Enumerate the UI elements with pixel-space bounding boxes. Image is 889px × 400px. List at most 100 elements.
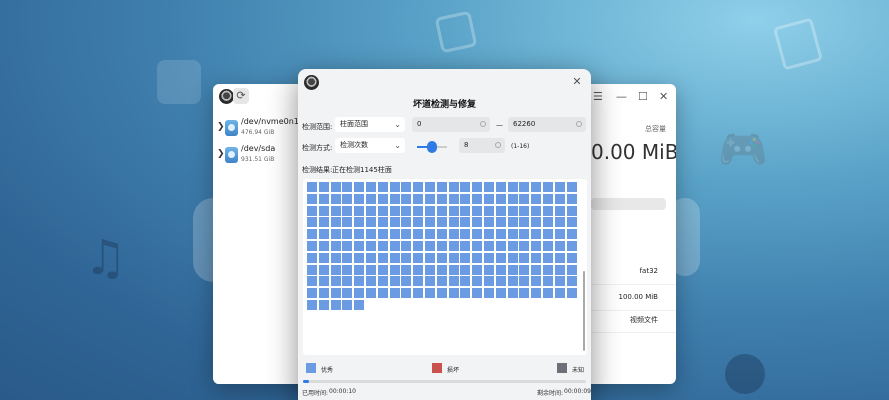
disk-icon (225, 147, 238, 163)
cylinder-cell (507, 264, 518, 275)
clear-icon[interactable] (576, 121, 582, 127)
cylinder-cell (342, 276, 353, 287)
cylinder-cell (424, 276, 435, 287)
cylinder-cell (424, 217, 435, 228)
minimize-button[interactable]: — (616, 90, 627, 103)
check-range-label: 检测范围: (302, 123, 333, 131)
cylinder-cell (377, 252, 388, 263)
wallpaper-music-icon: ♫ (84, 230, 128, 286)
cylinder-cell (436, 240, 447, 251)
cylinder-cell (342, 217, 353, 228)
cylinder-cell (566, 264, 577, 275)
chevron-right-icon[interactable]: ❯ (217, 149, 225, 159)
menu-button[interactable]: ☰ (593, 90, 603, 103)
legend-damaged-label: 损坏 (447, 367, 460, 374)
chevron-down-icon: ⌄ (394, 120, 401, 129)
cylinder-cell (448, 193, 459, 204)
cylinder-cell (554, 252, 565, 263)
slider-handle[interactable] (427, 141, 437, 153)
cylinder-cell (413, 182, 424, 192)
map-scrollbar[interactable] (583, 271, 585, 351)
cylinder-cell (542, 205, 553, 216)
cylinder-cell (330, 264, 341, 275)
chevron-right-icon[interactable]: ❯ (217, 122, 225, 132)
cylinder-cell (330, 252, 341, 263)
check-times-input[interactable]: 8 (459, 138, 505, 153)
cylinder-cell (554, 276, 565, 287)
dialog-close-button[interactable]: ✕ (570, 75, 584, 89)
cylinder-cell (519, 288, 530, 299)
cylinder-cell (318, 229, 329, 240)
cylinder-cell (436, 193, 447, 204)
range-end-input[interactable]: 62260 (508, 117, 586, 132)
cylinder-cell (483, 229, 494, 240)
cylinder-cell (507, 288, 518, 299)
cylinder-cell (483, 264, 494, 275)
cylinder-cell (354, 299, 365, 310)
cylinder-cell (342, 240, 353, 251)
cylinder-cell (389, 276, 400, 287)
cylinder-cell (354, 240, 365, 251)
cylinder-cell (413, 288, 424, 299)
range-start-input[interactable]: 0 (412, 117, 490, 132)
cylinder-cell (342, 299, 353, 310)
cylinder-cell (342, 193, 353, 204)
cylinder-cell (365, 252, 376, 263)
cylinder-cell (519, 252, 530, 263)
cylinder-cell (365, 288, 376, 299)
cylinder-cell (460, 240, 471, 251)
label-row: 视频文件 (591, 310, 676, 333)
bad-sector-dialog: ✕ 坏道检测与修复 检测范围: 柱面范围 ⌄ 0 — 62260 检测方式: 检… (298, 69, 591, 400)
app-logo-icon (219, 89, 234, 104)
cylinder-cell (448, 182, 459, 192)
cylinder-cell (460, 205, 471, 216)
legend-swatch-unknown (557, 363, 567, 373)
cylinder-cell (448, 205, 459, 216)
maximize-button[interactable]: ☐ (638, 90, 648, 103)
close-window-button[interactable]: ✕ (659, 90, 668, 103)
cylinder-cell (413, 217, 424, 228)
clear-icon[interactable] (480, 121, 486, 127)
cylinder-cell (377, 182, 388, 192)
cylinder-cell (354, 288, 365, 299)
cylinder-cell (566, 217, 577, 228)
dialog-title: 坏道检测与修复 (412, 100, 476, 110)
cylinder-cell (330, 217, 341, 228)
cylinder-cell (448, 264, 459, 275)
cylinder-cell (472, 205, 483, 216)
device-item-nvme0n1[interactable]: ❯ /dev/nvme0n1 476.94 GiB (213, 116, 299, 146)
clear-icon[interactable] (495, 142, 501, 148)
cylinder-cell (507, 240, 518, 251)
cylinder-cell (424, 240, 435, 251)
cylinder-cell (495, 193, 506, 204)
check-method-select[interactable]: 检测次数 ⌄ (335, 138, 405, 153)
cylinder-cell (413, 205, 424, 216)
check-range-select[interactable]: 柱面范围 ⌄ (335, 117, 405, 132)
cylinder-cell (460, 252, 471, 263)
cylinder-cell (377, 240, 388, 251)
close-icon: ✕ (572, 75, 582, 88)
cylinder-cell (307, 182, 317, 192)
cylinder-cell (377, 193, 388, 204)
remaining-label: 剩余时间: (537, 390, 564, 397)
capacity-value: 0.00 MiB (591, 140, 676, 164)
cylinder-cell (483, 205, 494, 216)
cylinder-cell (436, 229, 447, 240)
cylinder-cell (318, 240, 329, 251)
cylinder-cell (554, 288, 565, 299)
cylinder-cell (401, 240, 412, 251)
device-item-sda[interactable]: ❯ /dev/sda 931.51 GiB (213, 143, 298, 173)
cylinder-cell (495, 229, 506, 240)
cylinder-cell (566, 193, 577, 204)
cylinder-cell (507, 217, 518, 228)
cylinder-cell (424, 252, 435, 263)
cylinder-cell (318, 182, 329, 192)
cylinder-cell (365, 240, 376, 251)
cylinder-cell (460, 276, 471, 287)
check-times-slider[interactable] (417, 141, 447, 153)
cylinder-cell (460, 288, 471, 299)
cylinder-cell (389, 193, 400, 204)
refresh-button[interactable]: ⟳ (233, 88, 249, 104)
cylinder-cell (413, 252, 424, 263)
cylinder-cell (495, 240, 506, 251)
